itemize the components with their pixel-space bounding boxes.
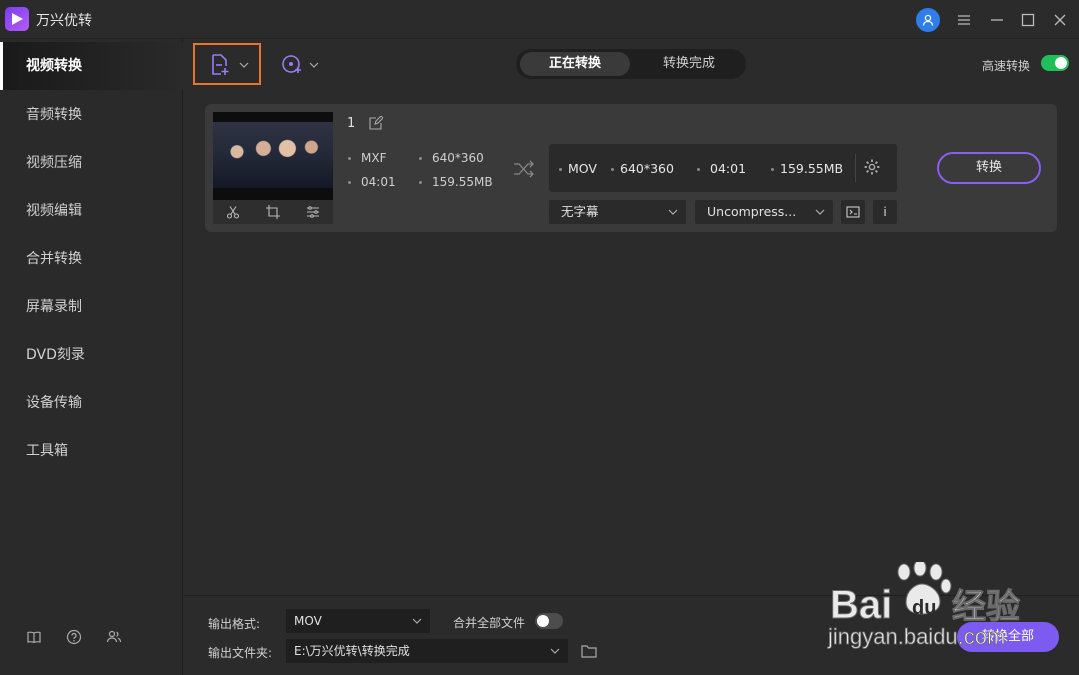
sidebar-item-video-compress[interactable]: 视频压缩 — [0, 139, 183, 187]
sidebar-item-video-edit[interactable]: 视频编辑 — [0, 187, 183, 235]
high-speed-label: 高速转换 — [982, 59, 1031, 73]
sidebar: 视频转换 音频转换 视频压缩 视频编辑 合并转换 屏幕录制 DVD刻录 设备传输… — [0, 39, 183, 675]
tab-converting[interactable]: 正在转换 — [520, 52, 630, 76]
source-size: 159.55MB — [419, 175, 493, 189]
conversion-tabs: 正在转换 转换完成 — [516, 49, 746, 79]
output-format-select[interactable]: MOV — [286, 609, 430, 633]
high-speed-toggle[interactable] — [1041, 55, 1069, 71]
sidebar-item-device-transfer[interactable]: 设备传输 — [0, 379, 183, 427]
chevron-down-icon — [815, 209, 825, 215]
source-format: MXF — [348, 151, 386, 165]
user-icon[interactable] — [916, 8, 940, 32]
subtitle-select[interactable]: 无字幕 — [549, 200, 686, 224]
info-button[interactable]: i — [873, 200, 897, 224]
file-card: 1 MXF 640*360 04:01 159.55MB MOV 640*360… — [205, 104, 1057, 232]
gear-icon[interactable] — [863, 158, 881, 176]
chevron-down-icon — [668, 209, 678, 215]
shuffle-icon — [514, 160, 534, 178]
convert-all-button[interactable]: 转换全部 — [957, 622, 1059, 652]
merge-all-label: 合并全部文件 — [453, 616, 526, 630]
minimize-icon[interactable] — [986, 9, 1008, 31]
chevron-down-icon — [239, 62, 249, 68]
output-format-value: MOV — [294, 614, 322, 628]
sidebar-item-dvd-burn[interactable]: DVD刻录 — [0, 331, 183, 379]
source-resolution: 640*360 — [419, 151, 484, 165]
toolbar: 正在转换 转换完成 高速转换 — [184, 39, 1079, 91]
app-logo-icon — [5, 7, 29, 31]
crop-icon[interactable] — [266, 205, 280, 219]
effects-icon[interactable] — [306, 205, 320, 219]
book-icon[interactable] — [26, 629, 44, 647]
sidebar-item-screen-record[interactable]: 屏幕录制 — [0, 283, 183, 331]
scissors-icon[interactable] — [226, 205, 240, 219]
convert-button[interactable]: 转换 — [937, 152, 1041, 184]
target-resolution: 640*360 — [611, 161, 674, 176]
target-settings[interactable]: MOV 640*360 04:01 159.55MB — [549, 144, 897, 192]
add-dvd-button[interactable] — [279, 51, 323, 77]
app-window: 万兴优转 视频转换 音频转换 视频压缩 视频编辑 合并转换 屏幕录制 DVD刻录… — [0, 0, 1079, 675]
source-duration: 04:01 — [348, 175, 396, 189]
output-folder-select[interactable]: E:\万兴优转\转换完成 — [286, 639, 568, 663]
add-file-icon — [212, 54, 229, 75]
subtitle-value: 无字幕 — [561, 204, 599, 219]
sidebar-item-video-convert[interactable]: 视频转换 — [0, 42, 183, 90]
audio-value: Uncompress... — [707, 204, 797, 219]
maximize-icon[interactable] — [1017, 9, 1039, 31]
sidebar-item-merge[interactable]: 合并转换 — [0, 235, 183, 283]
folder-icon[interactable] — [581, 644, 597, 658]
edit-icon[interactable] — [369, 116, 383, 130]
chevron-down-icon — [309, 62, 319, 68]
info-icon: i — [883, 205, 887, 219]
thumbnail-image — [213, 122, 333, 188]
account-icon[interactable] — [106, 629, 124, 647]
add-file-button[interactable] — [193, 43, 261, 85]
audio-select[interactable]: Uncompress... — [695, 200, 833, 224]
tab-converted[interactable]: 转换完成 — [634, 52, 744, 76]
title-bar: 万兴优转 — [0, 0, 1079, 39]
thumbnail-tools — [213, 200, 333, 224]
divider — [855, 154, 856, 182]
subtitle-edit-button[interactable] — [841, 200, 865, 224]
target-duration: 04:01 — [697, 161, 746, 176]
dvd-add-icon — [282, 55, 301, 73]
video-thumbnail[interactable] — [213, 112, 333, 200]
output-folder-label: 输出文件夹: — [208, 646, 273, 660]
app-title: 万兴优转 — [36, 13, 92, 29]
chevron-down-icon — [550, 648, 560, 654]
file-index: 1 — [347, 116, 356, 131]
help-icon[interactable] — [66, 629, 84, 647]
chevron-down-icon — [412, 618, 422, 624]
bottom-bar: 输出格式: MOV 合并全部文件 输出文件夹: E:\万兴优转\转换完成 转换全… — [184, 595, 1079, 675]
subtitle-icon — [846, 206, 860, 218]
output-folder-value: E:\万兴优转\转换完成 — [294, 644, 410, 658]
merge-all-toggle[interactable] — [535, 613, 563, 629]
sidebar-item-toolbox[interactable]: 工具箱 — [0, 427, 183, 475]
output-format-label: 输出格式: — [208, 617, 261, 631]
close-icon[interactable] — [1049, 9, 1071, 31]
target-format: MOV — [559, 161, 597, 176]
sidebar-item-audio-convert[interactable]: 音频转换 — [0, 91, 183, 139]
target-size: 159.55MB — [771, 161, 843, 176]
menu-icon[interactable] — [953, 9, 975, 31]
